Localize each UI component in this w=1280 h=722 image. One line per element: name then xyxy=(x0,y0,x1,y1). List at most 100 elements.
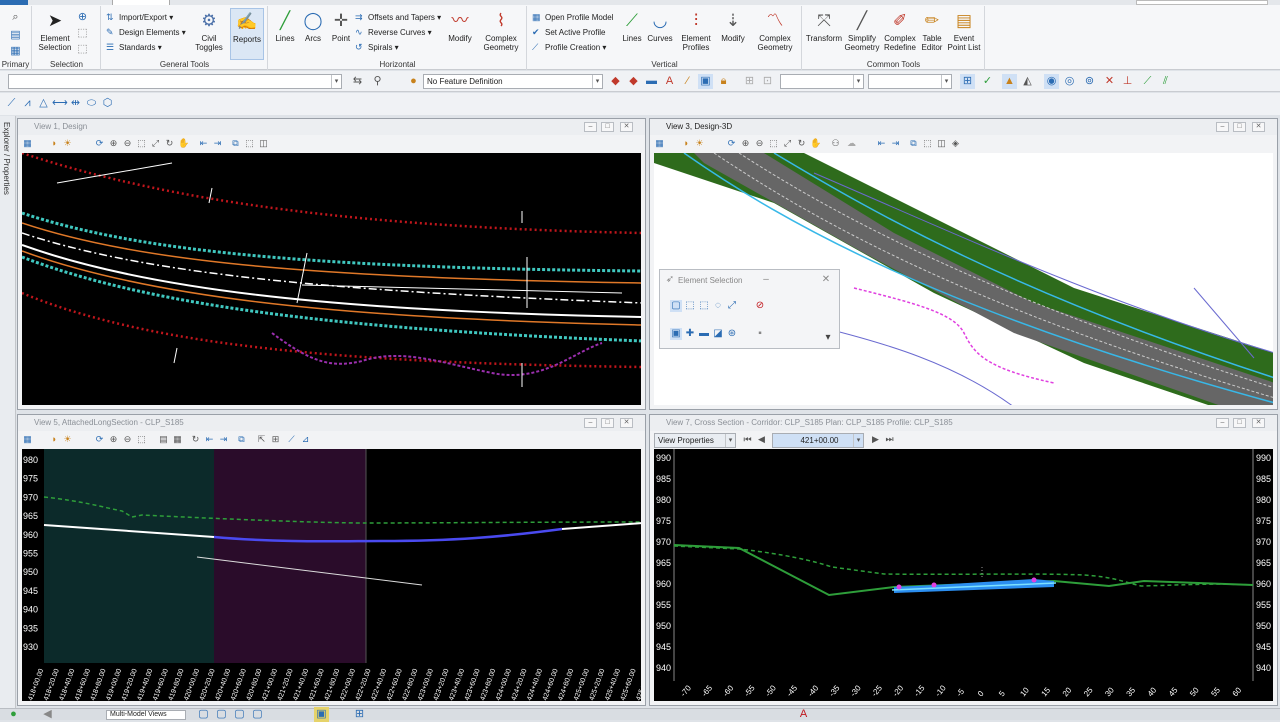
view-properties-dropdown[interactable]: View Properties ▾ xyxy=(654,433,736,448)
lighting-icon[interactable]: ☀ xyxy=(62,434,73,445)
view-5-canvas[interactable]: 980 975 970 965 960 955 950 945 940 935 930 418+00… xyxy=(22,449,641,701)
style-dropdown[interactable]: ▾ xyxy=(868,74,952,89)
level-dropdown[interactable]: ▾ xyxy=(780,74,864,89)
view-7-canvas[interactable]: 990 985 980 975 970 965 960 955 950 945 940 990 985… xyxy=(654,449,1273,701)
invert-mode-icon[interactable]: ◪ xyxy=(712,328,724,340)
modify-button[interactable]: 〰 Modify xyxy=(443,8,477,60)
point-button[interactable]: ✛ Point xyxy=(327,8,355,60)
reports-button[interactable]: ✍ Reports xyxy=(230,8,264,60)
individual-method-icon[interactable]: ▢ xyxy=(670,300,682,312)
model-views-dropdown[interactable]: Multi-Model Views xyxy=(106,710,186,720)
display-style-icon[interactable]: ◑ xyxy=(48,434,59,445)
tab-geometry-active[interactable] xyxy=(112,0,170,5)
rotate-view-icon[interactable]: ↻ xyxy=(164,138,175,149)
set-active-profile-button[interactable]: ✔ Set Active Profile xyxy=(532,26,605,39)
color-icon[interactable]: ◆ xyxy=(626,74,641,89)
zoom-out-icon[interactable]: ⊖ xyxy=(122,138,133,149)
clip-volume-icon[interactable]: ⬚ xyxy=(244,138,255,149)
explorer-properties-sidebar[interactable]: Explorer / Properties xyxy=(0,116,16,714)
section-icon[interactable]: ◈ xyxy=(950,138,961,149)
expand-chevron-icon[interactable]: ▾ xyxy=(822,332,834,344)
minimize-icon[interactable]: – xyxy=(760,274,772,286)
fence-icon[interactable]: ⬚ xyxy=(75,26,90,41)
check-icon[interactable]: ✓ xyxy=(980,74,995,89)
next-station-icon[interactable]: ▶ xyxy=(870,434,881,445)
keypoint-snap-icon[interactable]: ◉ xyxy=(1044,74,1059,89)
clear-selection-icon[interactable]: ⊘ xyxy=(754,300,766,312)
zoom-in-icon[interactable]: ⊕ xyxy=(108,434,119,445)
center-snap-icon[interactable]: ⊚ xyxy=(1082,74,1097,89)
last-station-icon[interactable]: ⏭ xyxy=(884,434,895,445)
copy-view-icon[interactable]: ⧉ xyxy=(236,434,247,445)
accudraw-icon[interactable]: ⊡ xyxy=(760,74,775,89)
v-modify-button[interactable]: ⇣ Modify xyxy=(716,8,750,60)
filter-icon[interactable]: ⚲ xyxy=(370,74,385,89)
profile-creation-button[interactable]: ⟋ Profile Creation ▾ xyxy=(532,41,606,54)
zoom-out-icon[interactable]: ⊖ xyxy=(122,434,133,445)
update-view-icon[interactable]: ⟳ xyxy=(726,138,737,149)
close-button[interactable]: ✕ xyxy=(1252,122,1265,132)
snap-icon[interactable]: ▣ xyxy=(698,74,713,89)
feature-icon[interactable]: ● xyxy=(406,74,421,89)
vertical-exaggeration-icon[interactable]: ⇱ xyxy=(256,434,267,445)
feature-definition-dropdown[interactable]: No Feature Definition ▾ xyxy=(423,74,603,89)
rotate-view-icon[interactable]: ↻ xyxy=(190,434,201,445)
explorer-icon[interactable]: ⌕ xyxy=(8,10,23,25)
grid-icon[interactable]: ⊞ xyxy=(742,74,757,89)
import-export-button[interactable]: ⇅ Import/Export ▾ xyxy=(106,11,173,24)
previous-station-icon[interactable]: ◀ xyxy=(756,434,767,445)
save-icon[interactable]: ▤ xyxy=(158,434,169,445)
subtract-mode-icon[interactable]: ▬ xyxy=(698,328,710,340)
next-view-icon[interactable]: ⇥ xyxy=(890,138,901,149)
minimize-button[interactable]: – xyxy=(1216,418,1229,428)
lock-icon[interactable]: 🔒︎ xyxy=(716,74,731,89)
open-profile-model-button[interactable]: ▦ Open Profile Model xyxy=(532,11,613,24)
new-mode-icon[interactable]: ▣ xyxy=(670,328,682,340)
minimize-button[interactable]: – xyxy=(584,122,597,132)
view-attributes-icon[interactable]: ▦ xyxy=(654,138,665,149)
perpendicular-snap-icon[interactable]: ⊥ xyxy=(1120,74,1135,89)
first-station-icon[interactable]: ⏮ xyxy=(742,434,753,445)
event-point-list-button[interactable]: ▤ Event Point List xyxy=(945,8,983,60)
display-style-icon[interactable]: ◑ xyxy=(680,138,691,149)
minimize-button[interactable]: – xyxy=(1216,122,1229,132)
clear-selection-icon[interactable]: ⬚ xyxy=(75,42,90,57)
intersect-snap-icon[interactable]: ✕ xyxy=(1102,74,1117,89)
lighting-icon[interactable]: ☀ xyxy=(694,138,705,149)
standards-button[interactable]: ☰ Standards ▾ xyxy=(106,41,162,54)
maximize-button[interactable]: □ xyxy=(601,418,614,428)
update-view-icon[interactable]: ⟳ xyxy=(94,434,105,445)
window-area-icon[interactable]: ⬚ xyxy=(136,434,147,445)
terrain-icon[interactable]: ▲ xyxy=(1002,74,1017,89)
view-1-canvas[interactable] xyxy=(22,153,641,405)
display-style-icon[interactable]: ◑ xyxy=(48,138,59,149)
close-button[interactable]: ✕ xyxy=(1252,418,1265,428)
attributes-icon[interactable]: ▤ xyxy=(8,28,23,43)
element-profiles-button[interactable]: ⫶ Element Profiles xyxy=(676,8,716,60)
arcs-button[interactable]: ◯ Arcs xyxy=(299,8,327,60)
complex-redefine-button[interactable]: ✐ Complex Redefine xyxy=(881,8,919,60)
view-attributes-icon[interactable]: ▦ xyxy=(22,434,33,445)
profile-settings-icon[interactable]: ⊿ xyxy=(300,434,311,445)
circle-method-icon[interactable]: ◌ xyxy=(712,300,724,312)
previous-view-icon[interactable]: ⇤ xyxy=(876,138,887,149)
parallel-snap-icon[interactable]: ⫽ xyxy=(1158,74,1173,89)
add-mode-icon[interactable]: ✚ xyxy=(684,328,696,340)
active-model-dropdown[interactable]: ▾ xyxy=(8,74,342,89)
next-view-icon[interactable]: ⇥ xyxy=(218,434,229,445)
text-icon[interactable]: A xyxy=(662,74,677,89)
display-style-icon[interactable]: ◭ xyxy=(1020,74,1035,89)
spirals-button[interactable]: ↺ Spirals ▾ xyxy=(355,41,399,54)
match-icon[interactable]: ⇆ xyxy=(350,74,365,89)
copy-view-icon[interactable]: ⧉ xyxy=(908,138,919,149)
place-line-icon[interactable]: ⟋ xyxy=(4,96,19,111)
pointer-select-icon[interactable]: ▪ xyxy=(754,328,766,340)
fit-view-icon[interactable]: ⤢ xyxy=(782,138,793,149)
place-smartline-icon[interactable]: ⩘ xyxy=(20,96,35,111)
walk-icon[interactable]: ⚇ xyxy=(830,138,841,149)
offsets-tapers-button[interactable]: ⇉ Offsets and Tapers ▾ xyxy=(355,11,441,24)
level-icon[interactable]: ◆ xyxy=(608,74,623,89)
maximize-button[interactable]: □ xyxy=(601,122,614,132)
close-icon[interactable]: ✕ xyxy=(820,274,832,286)
nearest-snap-icon[interactable]: ◎ xyxy=(1062,74,1077,89)
